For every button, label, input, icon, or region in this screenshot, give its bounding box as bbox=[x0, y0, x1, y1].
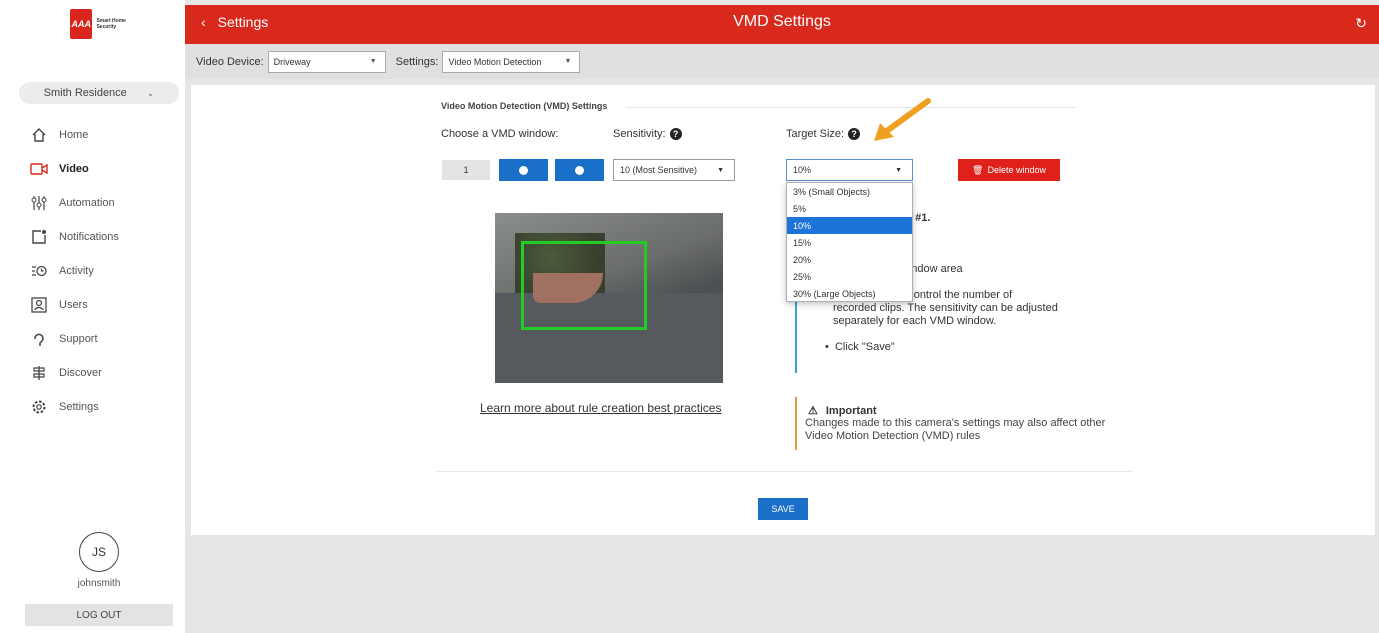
residence-selector[interactable]: Smith Residence ⌄ bbox=[19, 82, 179, 104]
sensitivity-select[interactable]: 10 (Most Sensitive) ▼ bbox=[613, 159, 735, 181]
settings-label: Settings: bbox=[395, 55, 439, 68]
sidebar-item-label: Activity bbox=[59, 265, 94, 277]
activity-icon bbox=[30, 262, 48, 280]
dot-icon bbox=[519, 165, 528, 175]
sidebar-item-activity[interactable]: Activity bbox=[30, 254, 180, 288]
window-next-button[interactable] bbox=[555, 159, 604, 181]
sliders-icon bbox=[30, 194, 48, 212]
sidebar-item-notifications[interactable]: Notifications bbox=[30, 220, 180, 254]
settings-value: Video Motion Detection bbox=[448, 56, 542, 67]
logo-mark: AAA bbox=[70, 9, 93, 39]
vmd-settings-card: Video Motion Detection (VMD) Settings Ch… bbox=[191, 85, 1375, 535]
avatar[interactable]: JS bbox=[79, 532, 119, 572]
video-device-value: Driveway bbox=[273, 56, 311, 67]
choose-window-label: Choose a VMD window: bbox=[441, 128, 558, 140]
sidebar-item-label: Home bbox=[59, 129, 89, 141]
sensitivity-value: 10 (Most Sensitive) bbox=[620, 165, 698, 175]
user-icon bbox=[30, 296, 48, 314]
sidebar-item-home[interactable]: Home bbox=[30, 118, 180, 152]
dropdown-option-selected[interactable]: 10% bbox=[787, 217, 912, 234]
settings-select[interactable]: Video Motion Detection ▼ bbox=[442, 50, 581, 73]
footer-divider bbox=[436, 471, 1133, 472]
instruction-sensitivity-3: separately for each VMD window. bbox=[833, 315, 997, 327]
important-accent-bar bbox=[795, 397, 797, 450]
sidebar-item-label: Discover bbox=[59, 367, 102, 379]
caret-down-icon: ▼ bbox=[717, 166, 724, 174]
caret-down-icon: ▼ bbox=[369, 58, 377, 65]
target-size-label: Target Size: ? bbox=[786, 128, 861, 140]
sidebar-item-support[interactable]: Support bbox=[30, 322, 180, 356]
chevron-down-icon: ⌄ bbox=[146, 87, 155, 98]
home-icon bbox=[30, 126, 48, 144]
username: johnsmith bbox=[77, 578, 121, 589]
section-title: Video Motion Detection (VMD) Settings bbox=[441, 101, 608, 111]
instruction-save-text: Click "Save" bbox=[834, 341, 895, 353]
dropdown-option[interactable]: 5% bbox=[787, 200, 912, 217]
logout-button[interactable]: LOG OUT bbox=[25, 604, 173, 626]
video-device-label: Video Device: bbox=[196, 55, 264, 68]
save-button[interactable]: SAVE bbox=[758, 498, 808, 520]
caret-down-icon: ▼ bbox=[895, 166, 902, 174]
video-icon bbox=[30, 160, 48, 178]
sidebar-item-users[interactable]: Users bbox=[30, 288, 180, 322]
sidebar-item-discover[interactable]: Discover bbox=[30, 356, 180, 390]
dropdown-option[interactable]: 30% (Large Objects) bbox=[787, 285, 912, 302]
sidebar-nav: Home Video Automation Notifications Acti… bbox=[30, 118, 180, 424]
caret-down-icon: ▼ bbox=[564, 58, 572, 65]
target-size-text: Target Size: bbox=[786, 128, 845, 140]
dropdown-option[interactable]: 20% bbox=[787, 251, 912, 268]
dot-icon bbox=[575, 165, 584, 175]
sidebar-item-automation[interactable]: Automation bbox=[30, 186, 180, 220]
vmd-window-number: 1 bbox=[442, 160, 490, 180]
dropdown-option[interactable]: 25% bbox=[787, 268, 912, 285]
important-heading: ⚠ Important bbox=[808, 404, 877, 418]
sidebar-item-label: Users bbox=[59, 299, 88, 311]
important-text: Changes made to this camera's settings m… bbox=[805, 417, 1106, 442]
target-size-select[interactable]: 10% ▼ bbox=[786, 159, 913, 181]
window-prev-button[interactable] bbox=[499, 159, 548, 181]
annotation-arrow-icon bbox=[874, 98, 931, 141]
page-title: VMD Settings bbox=[733, 13, 831, 30]
sidebar-item-label: Automation bbox=[59, 197, 115, 209]
trash-icon: 🗑 bbox=[972, 164, 984, 175]
instruction-sensitivity-2: recorded clips. The sensitivity can be a… bbox=[833, 302, 1058, 314]
sidebar-item-label: Video bbox=[59, 163, 89, 175]
camera-preview[interactable] bbox=[495, 213, 723, 383]
important-title: Important bbox=[825, 404, 877, 417]
sensitivity-label: Sensitivity: ? bbox=[613, 128, 682, 140]
delete-window-button[interactable]: 🗑 Delete window bbox=[958, 159, 1060, 181]
dropdown-option[interactable]: 15% bbox=[787, 234, 912, 251]
device-toolbar: Video Device: Driveway ▼ Settings: Video… bbox=[185, 44, 1379, 79]
instruction-save: • Click "Save" bbox=[825, 341, 895, 353]
sidebar-item-label: Notifications bbox=[59, 231, 119, 243]
vmd-window-box[interactable] bbox=[521, 241, 647, 330]
learn-more-link[interactable]: Learn more about rule creation best prac… bbox=[480, 401, 721, 415]
brand-logo[interactable]: AAA Smart Home Security bbox=[70, 9, 132, 39]
gear-icon bbox=[30, 398, 48, 416]
instructions-accent-bar bbox=[795, 295, 797, 373]
choose-window-text: Choose a VMD window: bbox=[441, 128, 559, 140]
headset-icon bbox=[30, 330, 48, 348]
top-header: ‹ Settings VMD Settings ↻ bbox=[185, 5, 1379, 44]
target-size-value: 10% bbox=[793, 165, 812, 175]
sidebar: AAA Smart Home Security Smith Residence … bbox=[0, 0, 185, 633]
logo-text: Smart Home Security bbox=[96, 18, 126, 30]
section-divider bbox=[626, 107, 1076, 108]
help-icon[interactable]: ? bbox=[669, 128, 682, 140]
bell-square-icon bbox=[30, 228, 48, 246]
sidebar-item-video[interactable]: Video bbox=[30, 152, 180, 186]
signpost-icon bbox=[30, 364, 48, 382]
sidebar-item-label: Support bbox=[59, 333, 98, 345]
target-size-dropdown: 3% (Small Objects) 5% 10% 15% 20% 25% 30… bbox=[786, 182, 913, 302]
sidebar-item-settings[interactable]: Settings bbox=[30, 390, 180, 424]
help-icon[interactable]: ? bbox=[848, 128, 861, 140]
video-device-select[interactable]: Driveway ▼ bbox=[267, 50, 386, 73]
warning-icon: ⚠ bbox=[808, 405, 818, 417]
sidebar-item-label: Settings bbox=[59, 401, 99, 413]
delete-window-label: Delete window bbox=[987, 165, 1046, 175]
refresh-icon[interactable]: ↻ bbox=[1355, 15, 1367, 32]
sensitivity-text: Sensitivity: bbox=[613, 128, 666, 140]
residence-label: Smith Residence bbox=[43, 87, 127, 99]
dropdown-option[interactable]: 3% (Small Objects) bbox=[787, 183, 912, 200]
